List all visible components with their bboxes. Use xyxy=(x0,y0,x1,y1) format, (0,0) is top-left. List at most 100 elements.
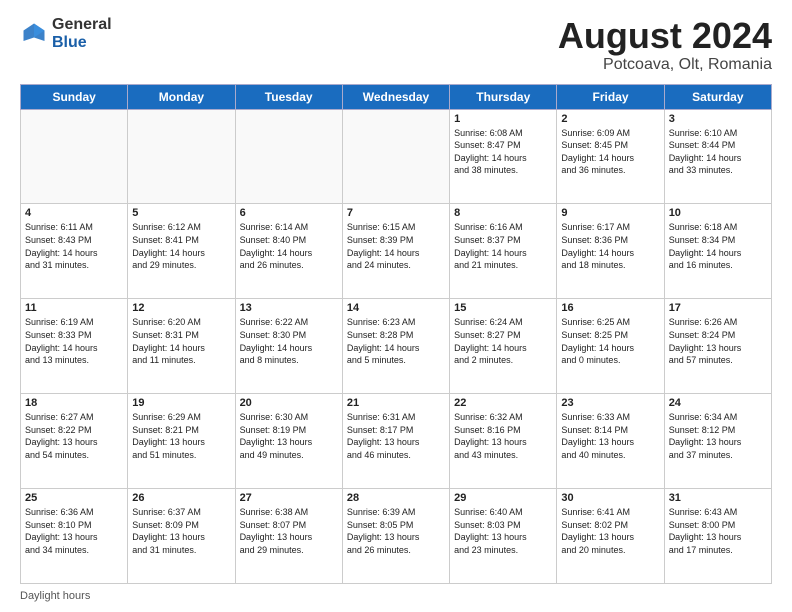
day-cell-4-4: 29 Sunrise: 6:40 AM Sunset: 8:03 PM Dayli… xyxy=(450,489,557,584)
day-cell-0-6: 3Sunrise: 6:10 AM Sunset: 8:44 PM Daylig… xyxy=(664,109,771,204)
day-info: Sunrise: 6:36 AM Sunset: 8:10 PM Dayligh… xyxy=(25,506,123,556)
col-tuesday: Tuesday xyxy=(235,84,342,109)
logo-icon xyxy=(20,20,48,48)
footer: Daylight hours xyxy=(20,590,772,602)
day-cell-4-1: 26 Sunrise: 6:37 AM Sunset: 8:09 PM Dayli… xyxy=(128,489,235,584)
logo-text: General Blue xyxy=(52,16,112,51)
day-cell-3-6: 24 Sunrise: 6:34 AM Sunset: 8:12 PM Dayli… xyxy=(664,394,771,489)
day-number: 19 xyxy=(132,397,230,409)
day-number: 25 xyxy=(25,492,123,504)
day-number: 29 xyxy=(454,492,552,504)
day-cell-3-0: 18 Sunrise: 6:27 AM Sunset: 8:22 PM Dayli… xyxy=(21,394,128,489)
day-cell-4-5: 30 Sunrise: 6:41 AM Sunset: 8:02 PM Dayli… xyxy=(557,489,664,584)
day-number: 18 xyxy=(25,397,123,409)
day-info: Sunrise: 6:41 AM Sunset: 8:02 PM Dayligh… xyxy=(561,506,659,556)
day-info: Sunrise: 6:27 AM Sunset: 8:22 PM Dayligh… xyxy=(25,411,123,461)
calendar-table: Sunday Monday Tuesday Wednesday Thursday… xyxy=(20,84,772,584)
day-cell-1-6: 10 Sunrise: 6:18 AM Sunset: 8:34 PM Dayli… xyxy=(664,204,771,299)
day-info: Sunrise: 6:18 AM Sunset: 8:34 PM Dayligh… xyxy=(669,221,767,271)
day-cell-1-2: 6 Sunrise: 6:14 AM Sunset: 8:40 PM Daylig… xyxy=(235,204,342,299)
day-cell-0-0 xyxy=(21,109,128,204)
day-number: 28 xyxy=(347,492,445,504)
day-number: 10 xyxy=(669,207,767,219)
day-info: Sunrise: 6:26 AM Sunset: 8:24 PM Dayligh… xyxy=(669,316,767,366)
day-number: 2 xyxy=(561,113,659,125)
day-number: 27 xyxy=(240,492,338,504)
day-info: Sunrise: 6:31 AM Sunset: 8:17 PM Dayligh… xyxy=(347,411,445,461)
day-cell-1-4: 8 Sunrise: 6:16 AM Sunset: 8:37 PM Daylig… xyxy=(450,204,557,299)
logo: General Blue xyxy=(20,16,112,51)
day-number: 15 xyxy=(454,302,552,314)
day-cell-0-3 xyxy=(342,109,449,204)
week-row-4: 18 Sunrise: 6:27 AM Sunset: 8:22 PM Dayli… xyxy=(21,394,772,489)
day-cell-2-3: 14 Sunrise: 6:23 AM Sunset: 8:28 PM Dayli… xyxy=(342,299,449,394)
day-info: Sunrise: 6:14 AM Sunset: 8:40 PM Dayligh… xyxy=(240,221,338,271)
day-cell-2-2: 13Sunrise: 6:22 AM Sunset: 8:30 PM Dayli… xyxy=(235,299,342,394)
day-number: 16 xyxy=(561,302,659,314)
day-info: Sunrise: 6:15 AM Sunset: 8:39 PM Dayligh… xyxy=(347,221,445,271)
day-number: 21 xyxy=(347,397,445,409)
day-cell-3-3: 21 Sunrise: 6:31 AM Sunset: 8:17 PM Dayli… xyxy=(342,394,449,489)
day-info: Sunrise: 6:29 AM Sunset: 8:21 PM Dayligh… xyxy=(132,411,230,461)
day-info: Sunrise: 6:17 AM Sunset: 8:36 PM Dayligh… xyxy=(561,221,659,271)
col-friday: Friday xyxy=(557,84,664,109)
day-cell-3-2: 20Sunrise: 6:30 AM Sunset: 8:19 PM Dayli… xyxy=(235,394,342,489)
day-number: 22 xyxy=(454,397,552,409)
day-info: Sunrise: 6:38 AM Sunset: 8:07 PM Dayligh… xyxy=(240,506,338,556)
day-number: 7 xyxy=(347,207,445,219)
day-cell-2-0: 11 Sunrise: 6:19 AM Sunset: 8:33 PM Dayli… xyxy=(21,299,128,394)
day-cell-4-3: 28Sunrise: 6:39 AM Sunset: 8:05 PM Dayli… xyxy=(342,489,449,584)
day-cell-0-2 xyxy=(235,109,342,204)
daylight-label: Daylight hours xyxy=(20,590,90,602)
day-info: Sunrise: 6:09 AM Sunset: 8:45 PM Dayligh… xyxy=(561,127,659,177)
day-number: 6 xyxy=(240,207,338,219)
day-cell-2-4: 15 Sunrise: 6:24 AM Sunset: 8:27 PM Dayli… xyxy=(450,299,557,394)
day-number: 14 xyxy=(347,302,445,314)
day-info: Sunrise: 6:40 AM Sunset: 8:03 PM Dayligh… xyxy=(454,506,552,556)
day-info: Sunrise: 6:25 AM Sunset: 8:25 PM Dayligh… xyxy=(561,316,659,366)
header: General Blue August 2024 Potcoava, Olt, … xyxy=(20,16,772,74)
day-number: 11 xyxy=(25,302,123,314)
week-row-3: 11 Sunrise: 6:19 AM Sunset: 8:33 PM Dayli… xyxy=(21,299,772,394)
day-number: 3 xyxy=(669,113,767,125)
day-info: Sunrise: 6:30 AM Sunset: 8:19 PM Dayligh… xyxy=(240,411,338,461)
col-wednesday: Wednesday xyxy=(342,84,449,109)
day-number: 24 xyxy=(669,397,767,409)
day-number: 23 xyxy=(561,397,659,409)
title-month: August 2024 xyxy=(558,16,772,56)
day-info: Sunrise: 6:37 AM Sunset: 8:09 PM Dayligh… xyxy=(132,506,230,556)
day-cell-1-0: 4Sunrise: 6:11 AM Sunset: 8:43 PM Daylig… xyxy=(21,204,128,299)
day-cell-3-4: 22Sunrise: 6:32 AM Sunset: 8:16 PM Dayli… xyxy=(450,394,557,489)
day-cell-1-1: 5Sunrise: 6:12 AM Sunset: 8:41 PM Daylig… xyxy=(128,204,235,299)
day-number: 31 xyxy=(669,492,767,504)
day-number: 30 xyxy=(561,492,659,504)
day-cell-4-6: 31 Sunrise: 6:43 AM Sunset: 8:00 PM Dayli… xyxy=(664,489,771,584)
day-info: Sunrise: 6:24 AM Sunset: 8:27 PM Dayligh… xyxy=(454,316,552,366)
day-info: Sunrise: 6:16 AM Sunset: 8:37 PM Dayligh… xyxy=(454,221,552,271)
day-cell-0-1 xyxy=(128,109,235,204)
day-info: Sunrise: 6:19 AM Sunset: 8:33 PM Dayligh… xyxy=(25,316,123,366)
day-number: 4 xyxy=(25,207,123,219)
week-row-2: 4Sunrise: 6:11 AM Sunset: 8:43 PM Daylig… xyxy=(21,204,772,299)
day-cell-1-3: 7 Sunrise: 6:15 AM Sunset: 8:39 PM Daylig… xyxy=(342,204,449,299)
day-number: 5 xyxy=(132,207,230,219)
day-cell-3-5: 23Sunrise: 6:33 AM Sunset: 8:14 PM Dayli… xyxy=(557,394,664,489)
day-cell-4-2: 27 Sunrise: 6:38 AM Sunset: 8:07 PM Dayli… xyxy=(235,489,342,584)
col-thursday: Thursday xyxy=(450,84,557,109)
page: General Blue August 2024 Potcoava, Olt, … xyxy=(0,0,792,612)
day-number: 13 xyxy=(240,302,338,314)
day-number: 26 xyxy=(132,492,230,504)
col-saturday: Saturday xyxy=(664,84,771,109)
col-sunday: Sunday xyxy=(21,84,128,109)
day-number: 8 xyxy=(454,207,552,219)
day-cell-2-6: 17 Sunrise: 6:26 AM Sunset: 8:24 PM Dayli… xyxy=(664,299,771,394)
day-number: 17 xyxy=(669,302,767,314)
col-monday: Monday xyxy=(128,84,235,109)
day-info: Sunrise: 6:43 AM Sunset: 8:00 PM Dayligh… xyxy=(669,506,767,556)
day-cell-2-1: 12Sunrise: 6:20 AM Sunset: 8:31 PM Dayli… xyxy=(128,299,235,394)
week-row-1: 1Sunrise: 6:08 AM Sunset: 8:47 PM Daylig… xyxy=(21,109,772,204)
day-cell-0-4: 1Sunrise: 6:08 AM Sunset: 8:47 PM Daylig… xyxy=(450,109,557,204)
day-info: Sunrise: 6:34 AM Sunset: 8:12 PM Dayligh… xyxy=(669,411,767,461)
logo-general-text: General xyxy=(52,16,112,34)
day-info: Sunrise: 6:23 AM Sunset: 8:28 PM Dayligh… xyxy=(347,316,445,366)
